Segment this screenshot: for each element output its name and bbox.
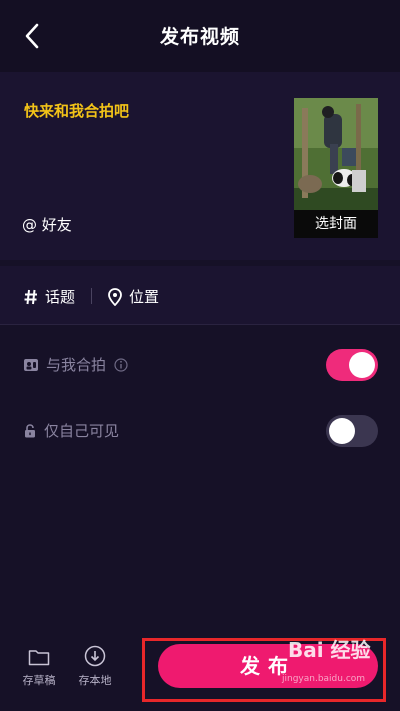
save-draft-label: 存草稿	[22, 674, 56, 687]
hashtag-icon	[24, 289, 37, 304]
duet-toggle[interactable]	[326, 349, 378, 381]
caption-input[interactable]: 快来和我合拍吧	[24, 100, 129, 121]
tags-panel: 话题 位置	[0, 266, 400, 325]
download-icon	[84, 645, 106, 667]
save-local-label: 存本地	[78, 674, 112, 687]
save-draft-button[interactable]: 存草稿	[11, 648, 67, 688]
duet-setting-row: 与我合拍	[0, 332, 400, 398]
lock-icon	[25, 423, 35, 437]
duet-setting-label-group: 与我合拍	[24, 354, 128, 375]
duet-label: 与我合拍	[46, 356, 107, 374]
caption-panel: 快来和我合拍吧 @ 好友 选封面	[0, 72, 400, 260]
location-label: 位置	[129, 288, 160, 306]
folder-icon	[28, 650, 50, 666]
topic-button[interactable]: 话题	[24, 286, 75, 307]
tag-divider	[91, 288, 92, 304]
select-cover-button[interactable]: 选封面	[294, 210, 378, 238]
topic-label: 话题	[45, 288, 76, 306]
location-pin-icon	[108, 287, 122, 306]
private-label: 仅自己可见	[44, 422, 120, 440]
toggle-knob	[349, 352, 375, 378]
location-button[interactable]: 位置	[108, 286, 159, 307]
toggle-knob	[329, 418, 355, 444]
at-friends-button[interactable]: @ 好友	[22, 214, 72, 235]
info-icon[interactable]	[114, 357, 128, 372]
page-title: 发布视频	[159, 26, 240, 48]
save-local-button[interactable]: 存本地	[67, 645, 123, 688]
bottom-bar: 存草稿 存本地 发布 Bai 经验 jingyan.baidu.com	[0, 620, 400, 711]
duet-icon	[24, 358, 38, 371]
publish-button[interactable]: 发布	[158, 644, 378, 688]
private-setting-label-group: 仅自己可见	[24, 420, 119, 441]
cover-thumbnail[interactable]: 选封面	[294, 98, 378, 238]
private-setting-row: 仅自己可见	[0, 398, 400, 464]
header-bar: 发布视频	[0, 0, 400, 72]
private-toggle[interactable]	[326, 415, 378, 447]
